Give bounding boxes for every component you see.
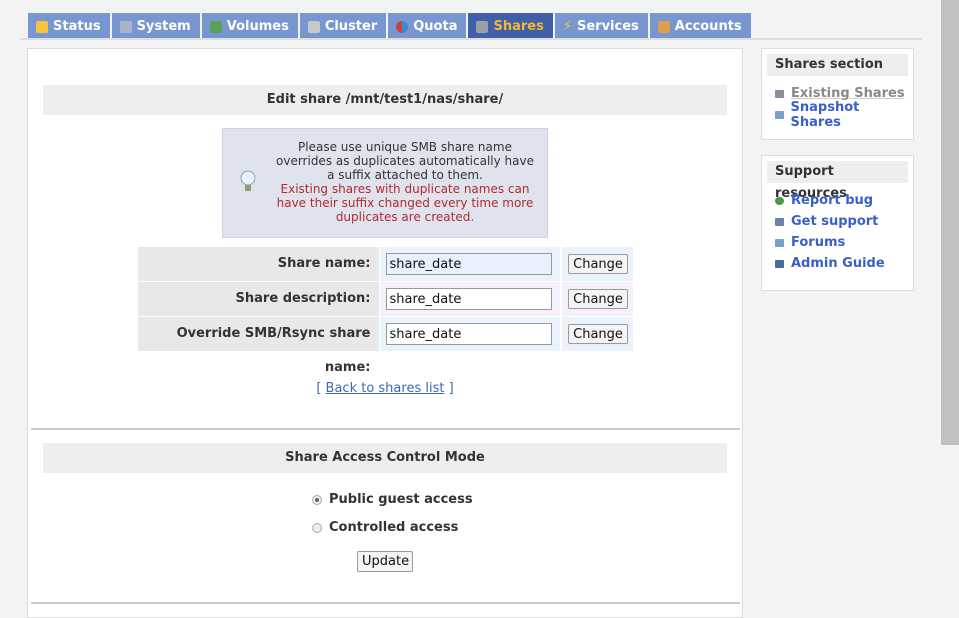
tab-cluster[interactable]: Cluster <box>299 13 387 40</box>
admin-guide-link[interactable]: Admin Guide <box>767 253 908 274</box>
pie-icon <box>396 20 409 33</box>
tab-status[interactable]: Status <box>28 13 110 40</box>
access-mode-title: Share Access Control Mode <box>43 443 727 473</box>
support-resources-title: Support resources <box>767 161 908 201</box>
change-share-description-button[interactable]: Change <box>568 289 628 309</box>
share-drive-icon <box>476 20 489 33</box>
info-warning: Existing shares with duplicate names can… <box>276 182 534 224</box>
get-support-link[interactable]: Get support <box>767 211 908 232</box>
radio-public-guest[interactable]: Public guest access <box>312 492 473 507</box>
back-to-shares-link[interactable]: Back to shares list <box>326 381 445 396</box>
snapshot-icon <box>775 110 784 119</box>
info-text: Please use unique SMB share name overrid… <box>276 140 534 182</box>
share-description-input[interactable] <box>385 288 552 310</box>
back-link-wrapper: [ Back to shares list ] <box>316 381 454 396</box>
forums-link[interactable]: Forums <box>767 232 908 253</box>
share-description-row: Share description: Change <box>138 282 633 316</box>
radio-unselected[interactable] <box>312 522 322 533</box>
main-nav-tabs: Status System Volumes Cluster Quota Shar… <box>28 13 751 40</box>
override-name-label: Override SMB/Rsync share name: <box>138 317 379 375</box>
edit-share-title: Edit share /mnt/test1/nas/share/ <box>43 85 727 115</box>
disk-icon <box>209 20 222 33</box>
computer-icon <box>119 20 132 33</box>
servers-icon <box>307 20 320 33</box>
support-icon <box>775 217 784 226</box>
forums-icon <box>775 238 784 247</box>
tab-quota[interactable]: Quota <box>388 13 467 40</box>
users-icon <box>657 20 670 33</box>
override-name-input[interactable] <box>385 323 552 345</box>
radio-selected[interactable] <box>312 494 322 505</box>
tab-services[interactable]: ⚡ Services <box>554 13 648 40</box>
lightning-icon: ⚡ <box>562 19 572 34</box>
share-name-row: Share name: Change <box>138 247 633 281</box>
share-description-label: Share description: <box>138 282 379 316</box>
section-divider <box>31 602 740 604</box>
tab-underline <box>20 38 922 40</box>
tab-system[interactable]: System <box>111 13 200 40</box>
share-name-input[interactable] <box>385 253 552 275</box>
snapshot-shares-link[interactable]: Snapshot Shares <box>767 100 908 130</box>
tab-accounts[interactable]: Accounts <box>649 13 751 40</box>
shares-section-box: Shares section Existing Shares Snapshot … <box>761 48 914 140</box>
bug-icon <box>775 196 784 205</box>
section-divider <box>31 428 740 430</box>
lightbulb-icon <box>240 170 256 191</box>
share-name-label: Share name: <box>138 247 379 281</box>
override-name-row: Override SMB/Rsync share name: Change <box>138 317 633 375</box>
change-share-name-button[interactable]: Change <box>568 254 628 274</box>
radio-controlled[interactable]: Controlled access <box>312 520 458 535</box>
shares-icon <box>775 89 784 98</box>
tab-volumes[interactable]: Volumes <box>201 13 298 40</box>
shares-section-title: Shares section <box>767 54 908 76</box>
tab-shares[interactable]: Shares <box>468 13 553 40</box>
book-icon <box>775 259 784 268</box>
change-override-name-button[interactable]: Change <box>568 324 628 344</box>
update-button[interactable]: Update <box>357 551 413 572</box>
scrollbar-thumb[interactable] <box>941 0 959 445</box>
sun-cloud-icon <box>36 20 48 33</box>
info-box: Please use unique SMB share name overrid… <box>222 128 548 238</box>
support-resources-box: Support resources Report bug Get support… <box>761 155 914 291</box>
